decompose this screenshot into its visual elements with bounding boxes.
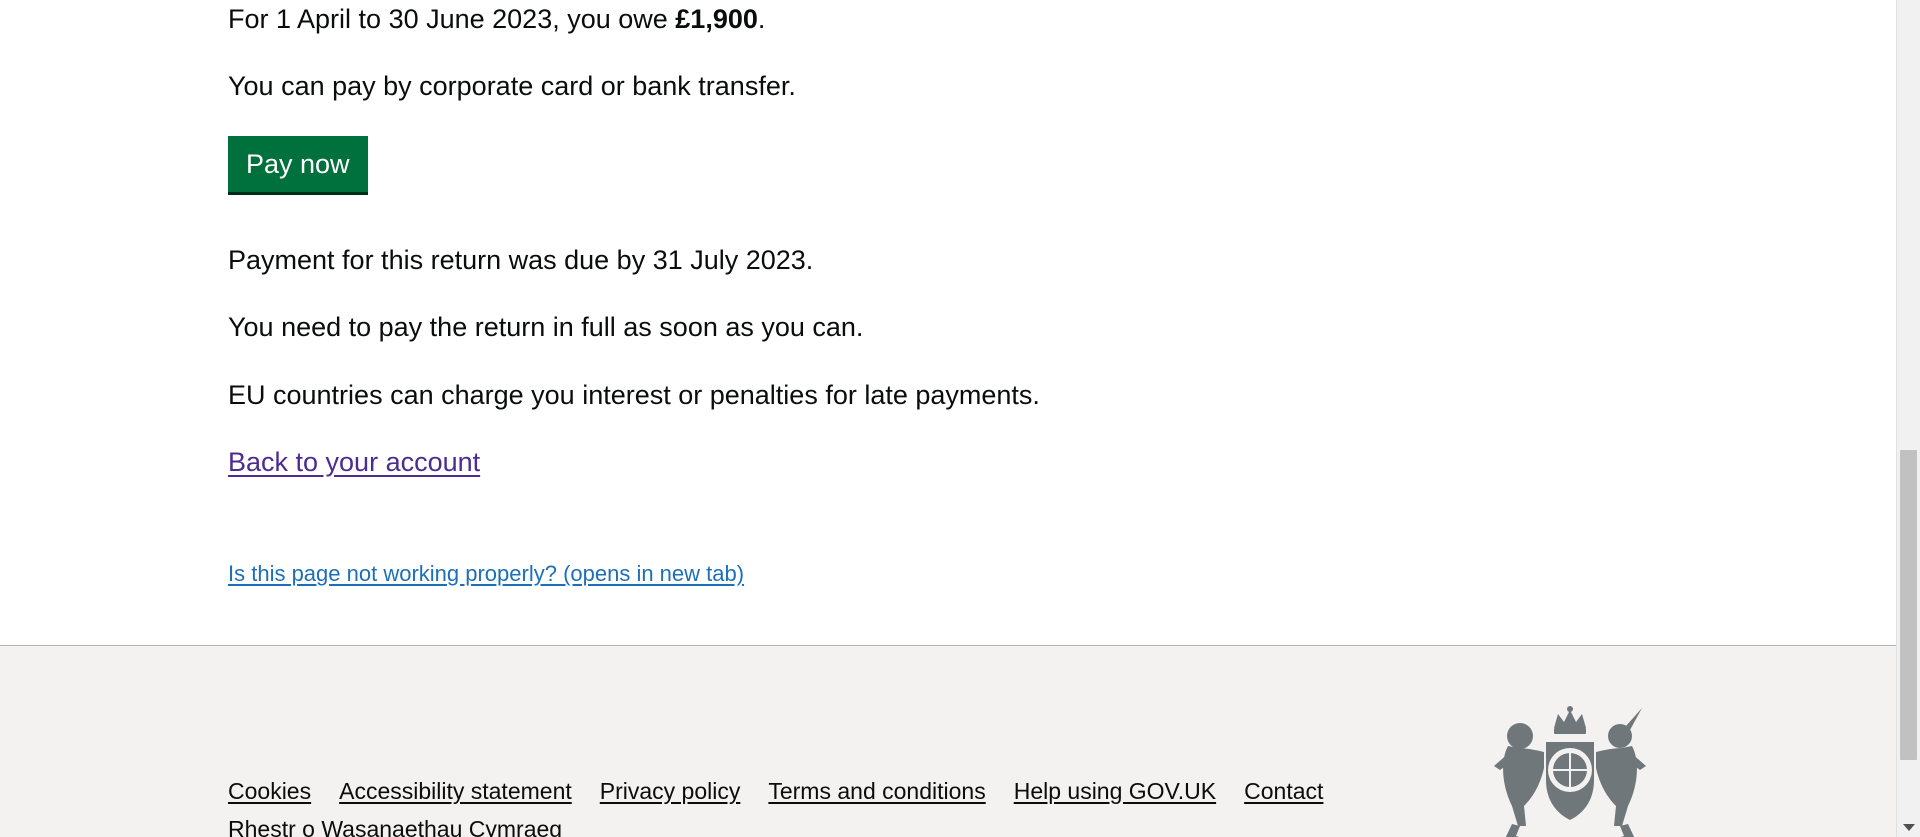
footer: Cookies Accessibility statement Privacy … bbox=[0, 645, 1896, 837]
scroll-down-arrow-icon[interactable] bbox=[1903, 824, 1915, 831]
scrollbar-thumb[interactable] bbox=[1900, 450, 1917, 760]
due-date-text: Payment for this return was due by 31 Ju… bbox=[228, 245, 814, 275]
footer-link-contact[interactable]: Contact bbox=[1244, 778, 1323, 805]
late-penalties-text: EU countries can charge you interest or … bbox=[228, 380, 1040, 410]
pay-now-button[interactable]: Pay now bbox=[228, 136, 368, 195]
footer-link-terms[interactable]: Terms and conditions bbox=[768, 778, 985, 805]
page: For 1 April to 30 June 2023, you owe £1,… bbox=[0, 0, 1896, 837]
payment-methods-text: You can pay by corporate card or bank tr… bbox=[228, 71, 796, 101]
back-to-account-link[interactable]: Back to your account bbox=[228, 447, 480, 478]
footer-link-cookies[interactable]: Cookies bbox=[228, 778, 311, 805]
vertical-scrollbar[interactable] bbox=[1896, 0, 1920, 837]
royal-coat-of-arms-icon bbox=[1494, 706, 1646, 837]
report-problem-link[interactable]: Is this page not working properly? (open… bbox=[228, 561, 744, 587]
footer-link-accessibility[interactable]: Accessibility statement bbox=[339, 778, 572, 805]
browser-viewport: For 1 April to 30 June 2023, you owe £1,… bbox=[0, 0, 1920, 837]
amount-owed-suffix: . bbox=[757, 4, 766, 34]
amount-owed-prefix: For 1 April to 30 June 2023, you owe bbox=[228, 4, 676, 34]
footer-link-help[interactable]: Help using GOV.UK bbox=[1014, 778, 1216, 805]
footer-link-welsh-services[interactable]: Rhestr o Wasanaethau Cymraeg bbox=[228, 816, 562, 837]
footer-link-privacy[interactable]: Privacy policy bbox=[600, 778, 741, 805]
footer-links: Cookies Accessibility statement Privacy … bbox=[228, 778, 1323, 805]
pay-in-full-text: You need to pay the return in full as so… bbox=[228, 312, 864, 342]
amount-owed-value: £1,900 bbox=[675, 4, 758, 34]
amount-owed-text: For 1 April to 30 June 2023, you owe £1,… bbox=[228, 6, 765, 33]
